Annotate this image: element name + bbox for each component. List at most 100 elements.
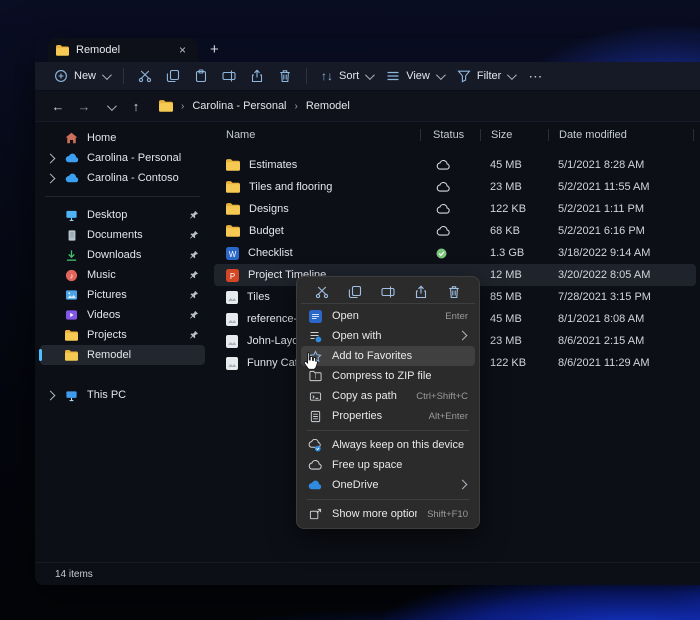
view-lines-icon bbox=[386, 69, 400, 83]
sidebar-item-home[interactable]: Home bbox=[40, 128, 205, 148]
back-button[interactable]: ← bbox=[45, 99, 71, 114]
open-app-icon bbox=[308, 310, 322, 323]
chevron-down-icon bbox=[106, 101, 116, 111]
folder-icon bbox=[64, 350, 79, 361]
folder-icon bbox=[64, 330, 79, 341]
sidebar-item-carolina-contoso[interactable]: Carolina - Contoso bbox=[40, 168, 205, 188]
properties-icon bbox=[308, 410, 322, 423]
sidebar-item-music[interactable]: ♪ Music bbox=[40, 265, 205, 285]
svg-text:P: P bbox=[230, 271, 235, 280]
sidebar-item-remodel[interactable]: Remodel bbox=[40, 345, 205, 365]
table-row[interactable]: Budget 68 KB 5/2/2021 6:16 PM bbox=[214, 220, 696, 242]
menu-item-free-up-space[interactable]: Free up space bbox=[301, 455, 475, 475]
new-button[interactable]: New bbox=[47, 64, 116, 88]
menu-item-properties[interactable]: Properties Alt+Enter bbox=[301, 406, 475, 426]
context-menu-quick-actions bbox=[301, 281, 475, 304]
image-file-icon bbox=[226, 313, 238, 326]
chevron-right-icon[interactable] bbox=[45, 390, 55, 400]
share-icon[interactable] bbox=[414, 285, 428, 299]
chevron-down-icon bbox=[102, 70, 112, 80]
cloud-free-icon bbox=[308, 460, 322, 470]
menu-item-open[interactable]: Open Enter bbox=[301, 306, 475, 326]
sidebar-item-pictures[interactable]: Pictures bbox=[40, 285, 205, 305]
synced-status-icon bbox=[436, 248, 447, 259]
sort-button[interactable]: ↑↓ Sort bbox=[314, 64, 379, 88]
chevron-right-icon[interactable] bbox=[45, 153, 55, 163]
sidebar-item-documents[interactable]: Documents bbox=[40, 225, 205, 245]
cloud-status-icon bbox=[436, 182, 450, 192]
up-button[interactable]: ↑ bbox=[123, 99, 149, 114]
menu-item-copy-as-path[interactable]: Copy as path Ctrl+Shift+C bbox=[301, 386, 475, 406]
copy-path-icon bbox=[308, 390, 322, 403]
menu-item-add-to-favorites[interactable]: Add to Favorites bbox=[301, 346, 475, 366]
pin-icon bbox=[189, 210, 199, 220]
sidebar-item-projects[interactable]: Projects bbox=[40, 325, 205, 345]
cloud-status-icon bbox=[436, 204, 450, 214]
image-file-icon bbox=[226, 291, 238, 304]
sidebar-item-videos[interactable]: Videos bbox=[40, 305, 205, 325]
chevron-down-icon bbox=[365, 70, 375, 80]
command-toolbar: New ↑↓ Sort View Filter ⋯ bbox=[35, 62, 700, 91]
delete-icon[interactable] bbox=[447, 285, 461, 299]
table-row[interactable]: Estimates 45 MB 5/1/2021 8:28 AM bbox=[214, 154, 696, 176]
folder-icon bbox=[159, 100, 173, 112]
cut-icon[interactable] bbox=[315, 285, 329, 299]
paste-icon bbox=[194, 69, 208, 83]
chevron-right-icon[interactable] bbox=[45, 173, 55, 183]
folder-icon bbox=[226, 181, 240, 193]
desktop: { "tab_bar": { "tab_title": "Remodel", "… bbox=[0, 0, 700, 620]
sidebar-item-desktop[interactable]: Desktop bbox=[40, 205, 205, 225]
new-button-label: New bbox=[74, 70, 96, 82]
new-tab-button[interactable]: + bbox=[210, 42, 219, 57]
menu-item-onedrive[interactable]: OneDrive bbox=[301, 475, 475, 495]
table-row[interactable]: Tiles and flooring 23 MB 5/2/2021 11:55 … bbox=[214, 176, 696, 198]
view-button[interactable]: View bbox=[379, 64, 450, 88]
menu-item-always-keep-on-device[interactable]: Always keep on this device bbox=[301, 435, 475, 455]
hand-cursor bbox=[302, 351, 319, 372]
column-header-size[interactable]: Size bbox=[480, 129, 548, 141]
open-with-icon bbox=[308, 330, 322, 343]
sidebar-item-carolina-personal[interactable]: Carolina - Personal bbox=[40, 148, 205, 168]
cut-button[interactable] bbox=[131, 64, 159, 88]
copy-button[interactable] bbox=[159, 64, 187, 88]
delete-icon bbox=[278, 69, 292, 83]
column-header-date-modified[interactable]: Date modified bbox=[548, 129, 694, 141]
share-button[interactable] bbox=[243, 64, 271, 88]
delete-button[interactable] bbox=[271, 64, 299, 88]
table-row[interactable]: Designs 122 KB 5/2/2021 1:11 PM bbox=[214, 198, 696, 220]
sidebar-item-this-pc[interactable]: This PC bbox=[40, 385, 205, 405]
filter-button[interactable]: Filter bbox=[450, 64, 521, 88]
column-header-name[interactable]: Name bbox=[210, 129, 420, 141]
rename-icon[interactable] bbox=[381, 285, 395, 299]
rename-icon bbox=[222, 69, 236, 83]
column-header-status[interactable]: Status bbox=[420, 129, 480, 141]
sort-button-label: Sort bbox=[339, 70, 359, 82]
menu-item-show-more-options[interactable]: Show more options Shift+F10 bbox=[301, 504, 475, 524]
tab-remodel[interactable]: Remodel × bbox=[48, 38, 198, 62]
sidebar-item-downloads[interactable]: Downloads bbox=[40, 245, 205, 265]
copy-icon[interactable] bbox=[348, 285, 362, 299]
copy-icon bbox=[166, 69, 180, 83]
items-count: 14 items bbox=[55, 569, 93, 580]
folder-icon bbox=[226, 159, 240, 171]
document-icon bbox=[64, 229, 79, 242]
menu-item-compress-to-zip[interactable]: Compress to ZIP file bbox=[301, 366, 475, 386]
view-button-label: View bbox=[406, 70, 430, 82]
rename-button[interactable] bbox=[215, 64, 243, 88]
paste-button[interactable] bbox=[187, 64, 215, 88]
word-doc-icon: W bbox=[226, 247, 239, 260]
recent-locations-button[interactable] bbox=[97, 99, 123, 114]
folder-icon bbox=[56, 45, 69, 56]
forward-button[interactable]: → bbox=[71, 99, 97, 114]
table-row[interactable]: WChecklist 1.3 GB 3/18/2022 9:14 AM bbox=[214, 242, 696, 264]
download-icon bbox=[64, 249, 79, 262]
breadcrumb-segment[interactable]: Remodel bbox=[306, 100, 350, 112]
breadcrumb-separator: › bbox=[295, 101, 298, 112]
close-tab-icon[interactable]: × bbox=[175, 43, 190, 57]
toolbar-divider bbox=[306, 68, 307, 84]
menu-item-open-with[interactable]: Open with bbox=[301, 326, 475, 346]
breadcrumb-segment[interactable]: Carolina - Personal bbox=[192, 100, 286, 112]
navigation-pane: Home Carolina - Personal Carolina - Cont… bbox=[35, 122, 210, 562]
submenu-chevron-icon bbox=[458, 480, 468, 490]
see-more-button[interactable]: ⋯ bbox=[521, 64, 550, 88]
